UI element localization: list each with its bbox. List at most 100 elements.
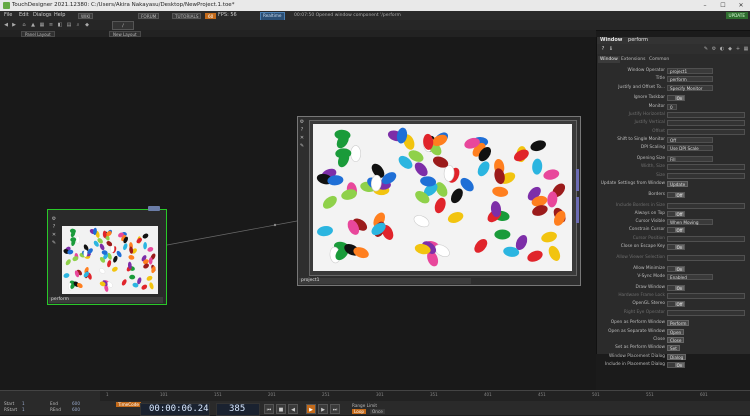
param-field[interactable]: perform bbox=[667, 76, 713, 83]
param-button[interactable]: Dialog bbox=[667, 353, 687, 360]
param-field[interactable]: Specify Monitor bbox=[667, 84, 713, 91]
param-row: Update Settings from Window Update bbox=[597, 180, 750, 188]
range-once-button[interactable]: Once bbox=[370, 409, 385, 414]
param-field bbox=[667, 309, 745, 316]
param-toggle[interactable]: On bbox=[667, 244, 685, 250]
list-icon[interactable]: ≡ bbox=[48, 22, 54, 28]
minimize-button[interactable]: – bbox=[696, 0, 714, 11]
fit-icon[interactable]: ◧ bbox=[57, 22, 63, 28]
param-field[interactable]: Off bbox=[667, 136, 713, 143]
network-path-field[interactable]: / bbox=[112, 21, 134, 30]
new-layout-button[interactable]: New Layout bbox=[109, 30, 141, 37]
param-field bbox=[667, 202, 745, 209]
node-gear-icon[interactable]: ⚙ bbox=[51, 216, 57, 222]
node-edit-icon[interactable]: ✎ bbox=[51, 240, 57, 246]
param-toggle[interactable]: On bbox=[667, 361, 685, 368]
help-icon[interactable]: ? bbox=[600, 46, 606, 52]
forum-button[interactable]: FORUM bbox=[138, 12, 160, 19]
menu-edit[interactable]: Edit bbox=[19, 11, 29, 20]
param-field[interactable]: Use DPI Scale bbox=[667, 145, 713, 152]
node-gear-icon[interactable]: ⚙ bbox=[299, 119, 305, 125]
expand-icon[interactable]: ▦ bbox=[743, 46, 749, 52]
param-field[interactable]: Enabled bbox=[667, 273, 713, 280]
param-toggle[interactable]: Off bbox=[667, 301, 685, 308]
node-edit-icon[interactable]: ✎ bbox=[299, 143, 305, 149]
node-close-icon[interactable]: ✕ bbox=[51, 232, 57, 238]
window-title-bar: TouchDesigner 2021.12380: C:/Users/Akira… bbox=[0, 0, 750, 11]
param-field[interactable]: Fill bbox=[667, 156, 713, 162]
param-toggle[interactable]: On bbox=[667, 95, 685, 102]
edit-icon[interactable]: ✎ bbox=[703, 46, 709, 52]
param-field[interactable]: project1 bbox=[667, 68, 713, 74]
info-icon[interactable]: ℹ bbox=[608, 46, 614, 52]
python-icon[interactable]: ⚙ bbox=[711, 46, 717, 52]
param-row: Cursor Position bbox=[597, 235, 750, 243]
param-toggle[interactable]: Off bbox=[667, 210, 685, 217]
close-window-button[interactable]: ✕ bbox=[732, 0, 750, 11]
end-value[interactable]: 600 bbox=[72, 401, 80, 406]
stop-button[interactable]: ■ bbox=[276, 404, 286, 414]
jellybean bbox=[143, 242, 147, 250]
param-field[interactable]: When Moving bbox=[667, 219, 713, 226]
play-button[interactable]: ▶ bbox=[306, 404, 316, 414]
panel-layout-button[interactable]: Panel Layout bbox=[21, 30, 55, 37]
fps-target-badge[interactable]: 60 bbox=[205, 12, 217, 19]
param-toggle[interactable]: On bbox=[667, 265, 685, 272]
menu-help[interactable]: Help bbox=[54, 11, 65, 20]
forward-arrow-icon[interactable]: ▶ bbox=[11, 22, 17, 28]
param-label: Constrain Cursor bbox=[628, 227, 665, 233]
param-toggle[interactable]: Off bbox=[667, 227, 685, 234]
tab-common[interactable]: Common bbox=[647, 56, 671, 63]
start-value[interactable]: 1 bbox=[22, 401, 25, 406]
param-toggle[interactable]: Off bbox=[667, 191, 685, 198]
grid-icon[interactable]: ▦ bbox=[39, 22, 45, 28]
maximize-button[interactable]: ☐ bbox=[714, 0, 732, 11]
param-button[interactable]: Set bbox=[667, 345, 680, 352]
timecode-mode-button[interactable]: TimeCode bbox=[116, 402, 141, 407]
param-button[interactable]: Perform bbox=[667, 320, 690, 327]
update-button[interactable]: UPDATE bbox=[725, 12, 748, 19]
timeline-ruler[interactable]: 1 101 151 201 251 301 351 401 451 501 551 601 bbox=[100, 391, 750, 401]
last-frame-button[interactable]: ⏭ bbox=[330, 404, 340, 414]
home-icon[interactable]: ⌂ bbox=[21, 22, 27, 28]
pin-icon[interactable]: ◆ bbox=[84, 22, 90, 28]
param-button[interactable]: Close bbox=[667, 337, 685, 343]
back-arrow-icon[interactable]: ◀ bbox=[3, 22, 9, 28]
node-close-icon[interactable]: ✕ bbox=[299, 135, 305, 141]
start-label: Start bbox=[4, 401, 15, 406]
jellybean bbox=[99, 268, 106, 274]
panel-op-name[interactable]: perform bbox=[628, 37, 648, 43]
perform-window-node[interactable]: ⚙ ? ✕ ✎ perform bbox=[47, 206, 167, 305]
param-button[interactable]: Update bbox=[667, 180, 689, 187]
tab-window[interactable]: Window bbox=[598, 56, 620, 63]
menu-file[interactable]: File bbox=[4, 11, 12, 20]
add-icon[interactable]: + bbox=[735, 46, 741, 52]
circle-icon[interactable]: ◐ bbox=[719, 46, 725, 52]
node-input-connector[interactable] bbox=[576, 169, 579, 191]
node-help-icon[interactable]: ? bbox=[51, 224, 57, 230]
param-field[interactable]: 0 bbox=[667, 103, 677, 110]
rstart-label: RStart bbox=[4, 407, 18, 412]
rstart-value[interactable]: 1 bbox=[22, 407, 25, 412]
rend-value[interactable]: 600 bbox=[72, 407, 80, 412]
bookmark-icon[interactable]: ◆ bbox=[727, 46, 733, 52]
param-row: Borders Off bbox=[597, 191, 750, 199]
step-forward-button[interactable]: ▶ bbox=[318, 404, 328, 414]
step-back-button[interactable]: ◀ bbox=[288, 404, 298, 414]
range-loop-button[interactable]: Loop bbox=[352, 409, 367, 414]
up-icon[interactable]: ▲ bbox=[30, 22, 36, 28]
param-toggle[interactable]: On bbox=[667, 284, 685, 291]
node-help-icon[interactable]: ? bbox=[299, 127, 305, 133]
param-button[interactable]: Open bbox=[667, 328, 685, 335]
search-icon[interactable]: ⌕ bbox=[75, 22, 81, 28]
first-frame-button[interactable]: ⏮ bbox=[264, 404, 274, 414]
project1-container-node[interactable]: ⚙ ? ✕ ✎ project1 bbox=[297, 116, 581, 286]
ruler-tick: 201 bbox=[268, 392, 276, 397]
tutorials-button[interactable]: TUTORIALS bbox=[172, 12, 202, 19]
param-label: Cursor Position bbox=[632, 235, 665, 241]
tab-extensions[interactable]: Extensions bbox=[619, 56, 647, 63]
node-output-connector[interactable] bbox=[576, 197, 579, 223]
menu-dialogs[interactable]: Dialogs bbox=[33, 11, 52, 20]
wiki-button[interactable]: WIKI bbox=[78, 12, 94, 19]
layout-icon[interactable]: ▤ bbox=[66, 22, 72, 28]
